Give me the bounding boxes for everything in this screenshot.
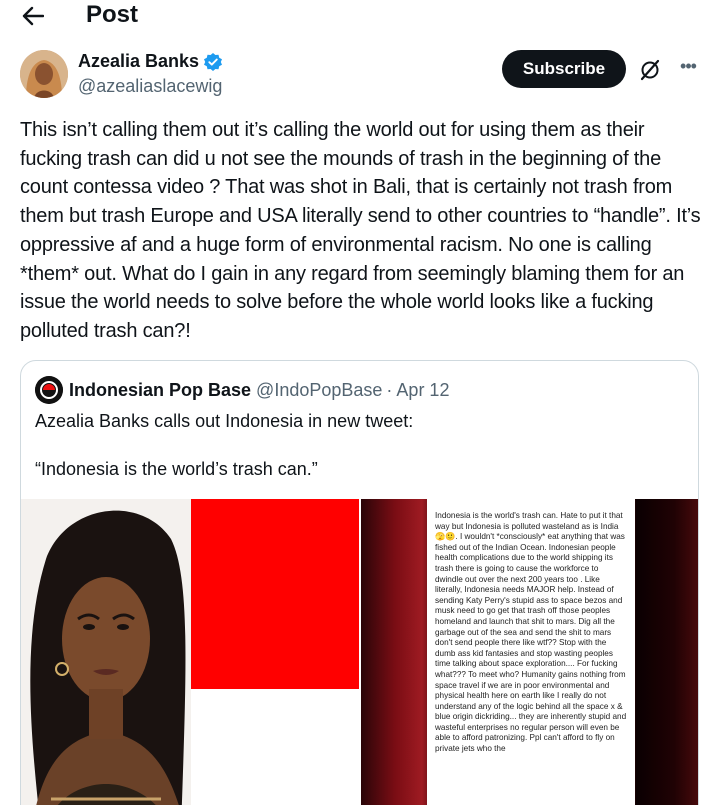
post-author: Azealia Banks @azealiaslacewig Subscribe… [20,48,700,102]
quoted-avatar [35,376,63,404]
grok-icon[interactable] [638,58,662,82]
photo-image[interactable] [21,499,359,805]
quoted-media[interactable]: Indonesia is the world's trash can. Hate… [21,499,698,805]
arrow-left-icon [22,6,44,26]
verified-badge-icon [203,52,223,72]
avatar[interactable] [20,50,68,98]
quoted-date: Apr 12 [396,379,450,400]
back-button[interactable] [18,2,48,30]
separator: · [386,379,393,400]
screenshot-text-card: Indonesia is the world's trash can. Hate… [427,499,635,805]
quoted-author-name: Indonesian Pop Base [69,379,252,400]
screenshot-image[interactable]: Indonesia is the world's trash can. Hate… [361,499,698,805]
author-name[interactable]: Azealia Banks [78,51,199,72]
screenshot-text: Indonesia is the world's trash can. Hate… [435,511,627,754]
quoted-text-line-1: Azealia Banks calls out Indonesia in new… [35,411,414,431]
quoted-post[interactable]: Indonesian Pop Base @IndoPopBase · Apr 1… [20,360,699,805]
author-handle[interactable]: @azealiaslacewig [78,76,222,97]
quoted-post-header: Indonesian Pop Base @IndoPopBase · Apr 1… [35,376,450,404]
more-options-icon[interactable]: ••• [676,54,700,78]
top-bar: Post [0,0,720,34]
subscribe-button[interactable]: Subscribe [502,50,626,88]
flag-red-block [189,499,359,689]
portrait-illustration [21,499,191,805]
author-name-row[interactable]: Azealia Banks [78,51,223,72]
quoted-author-handle: @IndoPopBase [256,379,383,400]
page-title: Post [86,1,139,28]
quoted-text-line-2: “Indonesia is the world’s trash can.” [35,459,318,479]
dark-edge [636,499,698,805]
post-text: This isn’t calling them out it’s calling… [20,119,701,342]
